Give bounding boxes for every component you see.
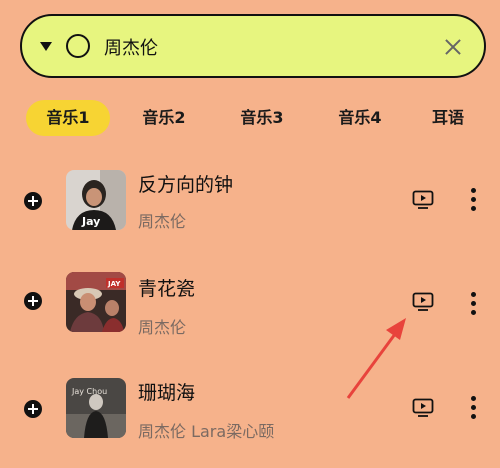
song-title: 珊瑚海 [138,382,196,404]
song-title: 反方向的钟 [138,174,234,196]
circle-icon [66,34,90,58]
mv-play-icon[interactable] [412,190,434,210]
song-artist: 周杰伦 [138,212,187,231]
mv-play-icon[interactable] [412,398,434,418]
search-bar[interactable] [20,14,486,78]
add-icon[interactable] [24,192,42,210]
tab-music-1[interactable]: 音乐1 [26,100,110,136]
album-cover: Jay [66,170,126,230]
more-icon[interactable] [467,394,479,420]
tab-bar: 音乐1 音乐2 音乐3 音乐4 耳语 [0,100,500,136]
add-icon[interactable] [24,400,42,418]
caret-down-icon[interactable] [40,42,52,51]
tab-whisper[interactable]: 耳语 [426,100,488,136]
more-icon[interactable] [467,290,479,316]
album-cover: Jay Chou [66,378,126,438]
cover-text: Jay Chou [71,387,107,396]
cover-text: JAY [107,280,121,288]
close-icon[interactable] [442,36,464,58]
cover-text: Jay [81,215,100,228]
add-icon[interactable] [24,292,42,310]
song-row[interactable]: Jay 反方向的钟 周杰伦 [0,160,500,260]
song-row[interactable]: JAY 青花瓷 周杰伦 [0,264,500,364]
album-cover: JAY [66,272,126,332]
more-icon[interactable] [467,186,479,212]
song-artist: 周杰伦 Lara梁心颐 [138,422,275,441]
tab-music-4[interactable]: 音乐4 [322,100,398,136]
mv-play-icon[interactable] [412,292,434,312]
song-row[interactable]: Jay Chou 珊瑚海 周杰伦 Lara梁心颐 [0,368,500,468]
song-artist: 周杰伦 [138,318,187,337]
search-input[interactable] [104,30,404,64]
tab-music-2[interactable]: 音乐2 [126,100,202,136]
tab-music-3[interactable]: 音乐3 [224,100,300,136]
song-title: 青花瓷 [138,278,196,300]
